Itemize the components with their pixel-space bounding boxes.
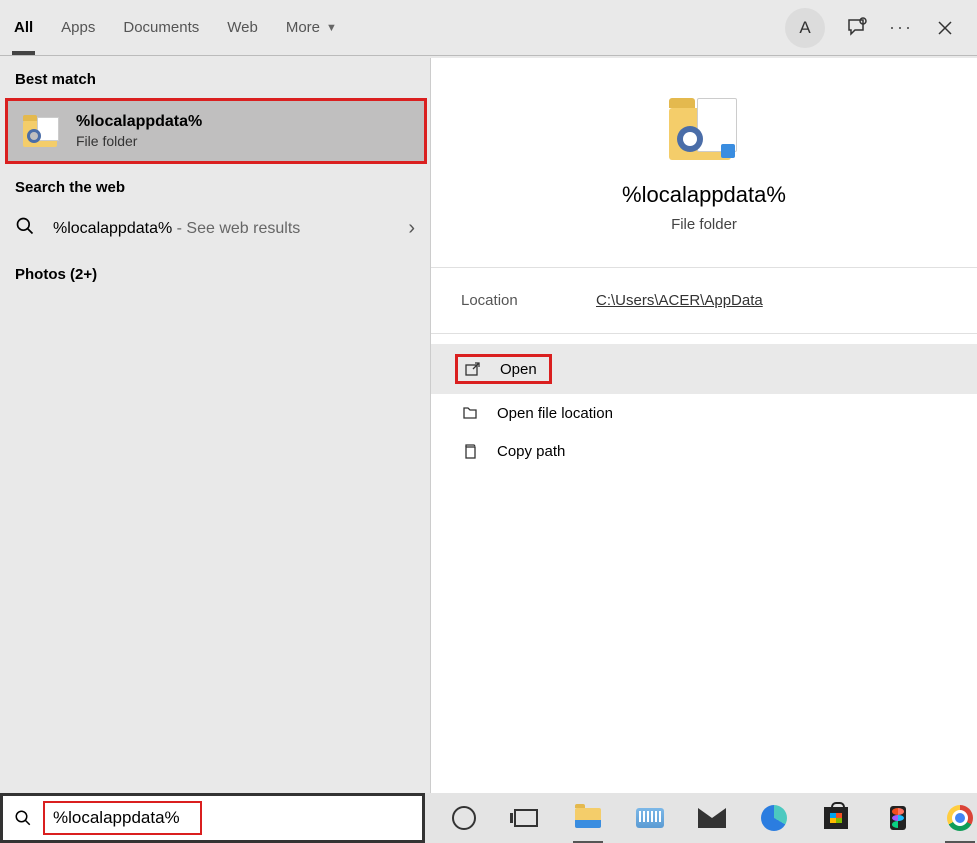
search-input[interactable]	[53, 808, 192, 828]
tab-apps[interactable]: Apps	[47, 0, 109, 55]
preview-subtitle: File folder	[431, 216, 977, 233]
location-label: Location	[461, 292, 596, 309]
best-match-header: Best match	[0, 56, 430, 98]
folder-preview-icon	[669, 94, 739, 160]
edge-icon[interactable]	[757, 801, 791, 835]
folder-icon	[23, 115, 61, 147]
results-pane: Best match %localappdata% File folder Se…	[0, 56, 430, 793]
file-explorer-icon[interactable]	[571, 801, 605, 835]
best-match-result[interactable]: %localappdata% File folder	[5, 98, 427, 164]
location-value[interactable]: C:\Users\ACER\AppData	[596, 292, 763, 309]
store-icon[interactable]	[819, 801, 853, 835]
search-web-header: Search the web	[0, 164, 430, 206]
tab-apps-label: Apps	[61, 19, 95, 36]
mail-icon[interactable]	[695, 801, 729, 835]
photos-header[interactable]: Photos (2+)	[0, 251, 430, 298]
figma-icon[interactable]	[881, 801, 915, 835]
tab-all-label: All	[14, 19, 33, 36]
best-match-title: %localappdata%	[76, 113, 202, 131]
tab-all[interactable]: All	[0, 0, 47, 55]
preview-pane: %localappdata% File folder Location C:\U…	[430, 58, 977, 793]
chevron-down-icon: ▼	[326, 22, 337, 34]
tab-documents[interactable]: Documents	[109, 0, 213, 55]
close-icon[interactable]	[933, 16, 957, 40]
web-search-result[interactable]: %localappdata% - See web results ›	[0, 206, 430, 251]
avatar-initial: A	[799, 18, 810, 38]
action-open[interactable]: Open	[431, 344, 977, 394]
task-view-icon[interactable]	[509, 801, 543, 835]
action-copy-path[interactable]: Copy path	[431, 432, 977, 470]
chrome-icon[interactable]	[943, 801, 977, 835]
action-open-location[interactable]: Open file location	[431, 394, 977, 432]
folder-location-icon	[461, 404, 479, 422]
open-icon	[464, 360, 482, 378]
user-avatar[interactable]: A	[785, 8, 825, 48]
action-copy-path-label: Copy path	[497, 443, 565, 460]
taskbar	[425, 793, 977, 843]
tab-more-label: More	[286, 19, 320, 36]
touch-keyboard-icon[interactable]	[633, 801, 667, 835]
action-open-location-label: Open file location	[497, 405, 613, 422]
chevron-right-icon[interactable]: ›	[408, 217, 415, 240]
best-match-subtitle: File folder	[76, 133, 202, 149]
search-icon	[15, 216, 35, 241]
search-filter-header: All Apps Documents Web More ▼ A ···	[0, 0, 977, 56]
tab-more[interactable]: More ▼	[272, 0, 351, 55]
action-open-label: Open	[500, 361, 537, 378]
tab-documents-label: Documents	[123, 19, 199, 36]
search-box[interactable]	[0, 793, 425, 843]
search-icon	[3, 809, 43, 827]
tab-web-label: Web	[227, 19, 258, 36]
preview-title: %localappdata%	[431, 182, 977, 208]
more-options-icon[interactable]: ···	[889, 16, 913, 40]
cortana-icon[interactable]	[447, 801, 481, 835]
feedback-icon[interactable]	[845, 16, 869, 40]
filter-tabs: All Apps Documents Web More ▼	[0, 0, 351, 55]
copy-icon	[461, 442, 479, 460]
tab-web[interactable]: Web	[213, 0, 272, 55]
web-result-text: %localappdata% - See web results	[53, 220, 390, 238]
